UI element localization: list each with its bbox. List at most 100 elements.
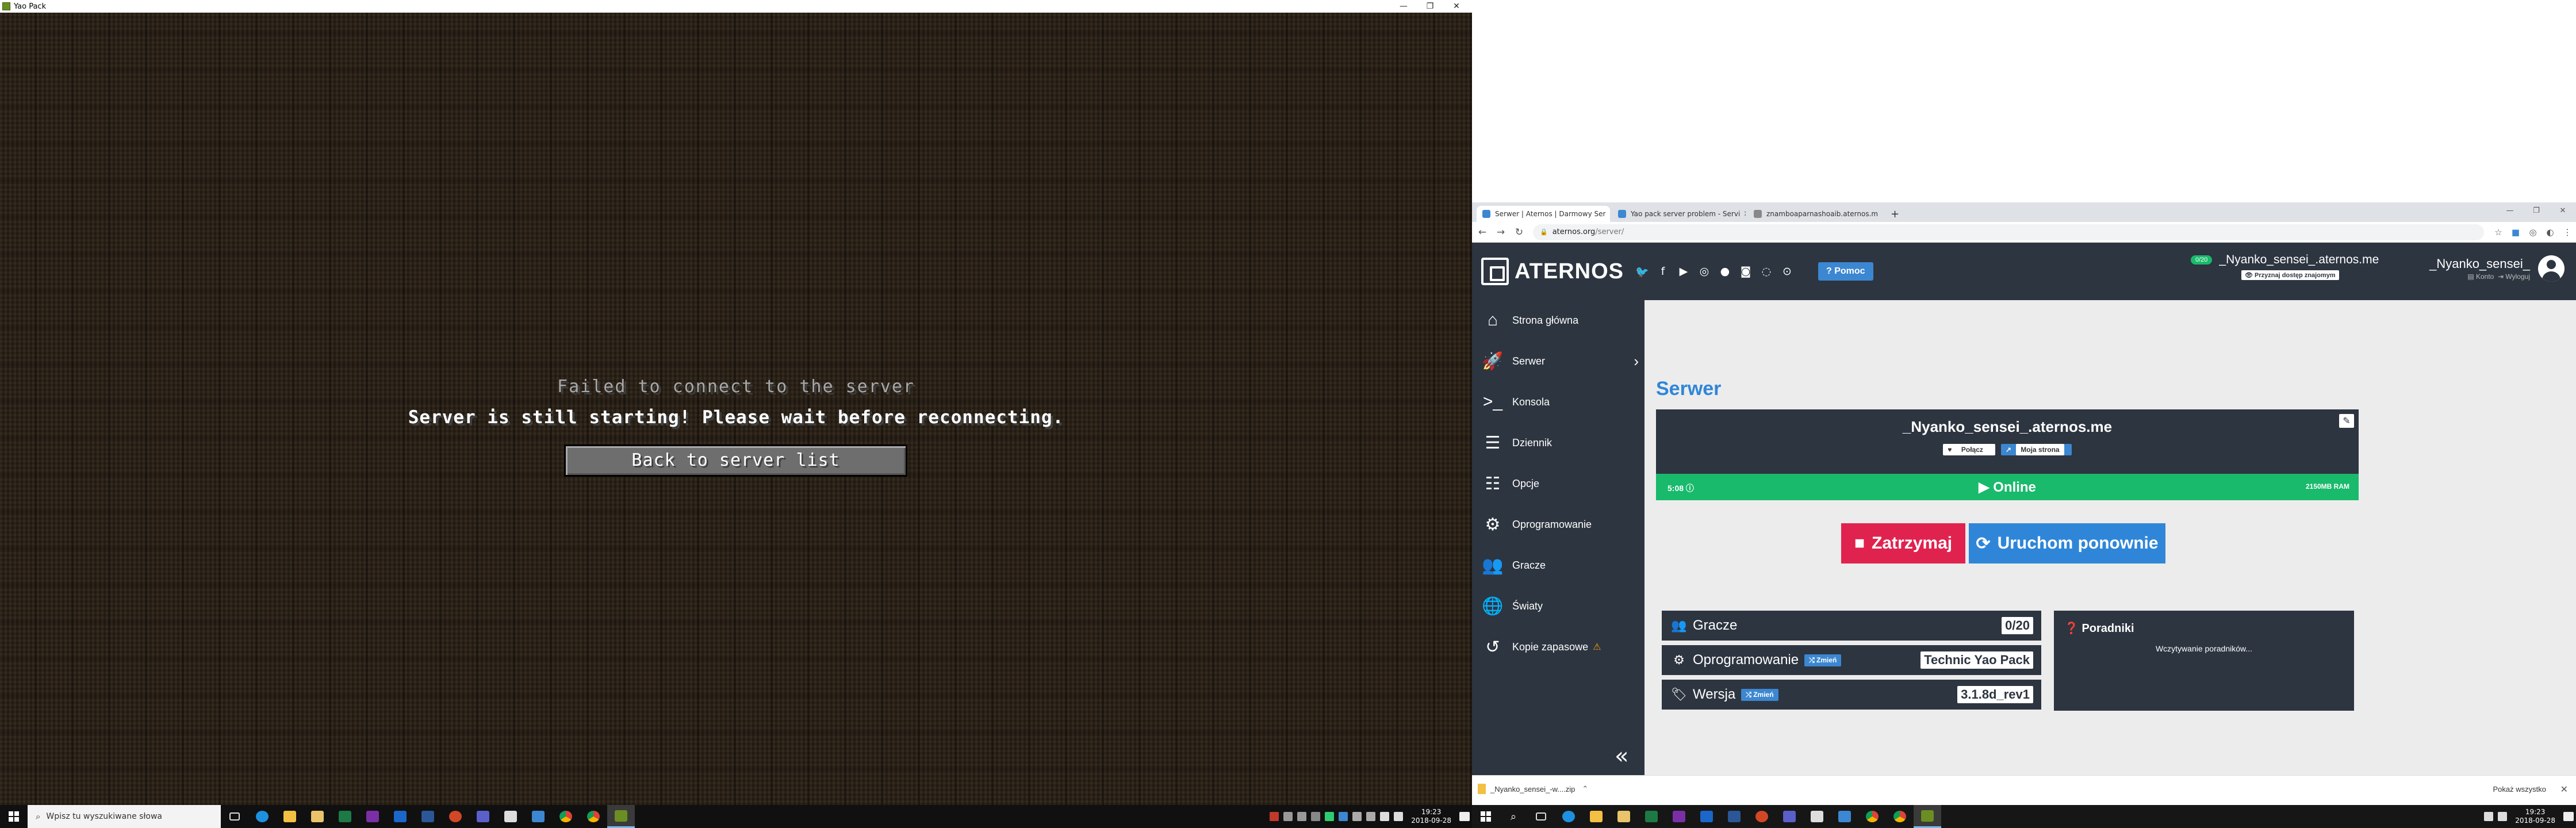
taskbar-minecraft-icon[interactable]	[1914, 805, 1941, 828]
tray-icon[interactable]	[1339, 812, 1348, 821]
taskbar-powerpoint-icon[interactable]	[442, 805, 469, 828]
address-bar[interactable]: 🔒 aternos.org /server/	[1533, 224, 2484, 240]
taskbar-app-icon[interactable]	[1831, 805, 1858, 828]
taskbar-edge-icon[interactable]	[248, 805, 276, 828]
tray-icon[interactable]	[1352, 812, 1362, 821]
task-view-button[interactable]	[1527, 805, 1555, 828]
close-download-bar-icon[interactable]: ✕	[2560, 784, 2568, 795]
extension-icon[interactable]: ■	[2507, 224, 2524, 240]
taskbar-minecraft-icon[interactable]	[607, 805, 635, 828]
extension-icon[interactable]: ◎	[2524, 224, 2542, 240]
close-tab-icon[interactable]: ✕	[1740, 210, 1746, 218]
help-button[interactable]: ? Pomoc	[1818, 262, 1873, 281]
tray-icon[interactable]	[1270, 812, 1279, 821]
tray-icon[interactable]	[1283, 812, 1293, 821]
tray-icon[interactable]	[1366, 812, 1376, 821]
taskbar-word-icon[interactable]	[414, 805, 442, 828]
tab-forum[interactable]: Yao pack server problem - Servi ✕	[1612, 206, 1746, 222]
tab-aternos-server[interactable]: Serwer | Aternos | Darmowy Ser ✕	[1477, 206, 1610, 222]
taskbar-onenote-icon[interactable]	[359, 805, 386, 828]
notifications-icon[interactable]	[1459, 812, 1470, 821]
chrome-maximize-button[interactable]: ❐	[2523, 202, 2550, 218]
tray-icon[interactable]	[1297, 812, 1307, 821]
sidebar-item-options[interactable]: ☷ Opcje	[1472, 463, 1644, 504]
volume-icon[interactable]	[1380, 812, 1390, 821]
show-all-downloads-link[interactable]: Pokaż wszystko	[2493, 785, 2546, 793]
maximize-button[interactable]: ❐	[1417, 0, 1443, 13]
header-server-address[interactable]: _Nyanko_sensei_.aternos.me	[2219, 253, 2379, 267]
notifications-icon[interactable]	[2563, 812, 2574, 821]
taskbar-chrome-icon[interactable]	[580, 805, 607, 828]
sidebar-item-server[interactable]: 🚀 Serwer ›	[1472, 341, 1644, 381]
start-button[interactable]	[1472, 805, 1500, 828]
download-item[interactable]: _Nyanko_sensei_-w....zip ⌃	[1478, 784, 1588, 794]
players-row[interactable]: 👥 Gracze 0/20	[1662, 611, 2041, 641]
sidebar-item-players[interactable]: 👥 Gracze	[1472, 545, 1644, 585]
taskbar-chrome-icon[interactable]	[1858, 805, 1886, 828]
taskbar-store-icon[interactable]	[1610, 805, 1638, 828]
taskbar-outlook-icon[interactable]	[1693, 805, 1720, 828]
my-page-button[interactable]: ↗ Moja strona	[2000, 444, 2072, 455]
discord-icon[interactable]: ◙	[1738, 265, 1753, 278]
github-icon[interactable]: ⊙	[1780, 265, 1795, 278]
network-icon[interactable]	[2498, 812, 2508, 821]
sidebar-item-console[interactable]: >_ Konsola	[1472, 382, 1644, 422]
tray-icon[interactable]	[1325, 812, 1335, 821]
sidebar-item-home[interactable]: ⌂ Strona główna	[1472, 300, 1644, 340]
tray-icon[interactable]	[1311, 812, 1321, 821]
chevron-up-icon[interactable]: ⌃	[1582, 784, 1588, 793]
back-to-server-list-button[interactable]: Back to server list	[564, 444, 907, 477]
logout-link[interactable]: ⇥ Wyloguj	[2498, 273, 2530, 281]
taskbar-excel-icon[interactable]	[331, 805, 359, 828]
instagram-icon[interactable]: ◎	[1697, 265, 1712, 278]
task-view-button[interactable]	[221, 805, 248, 828]
avatar[interactable]	[2538, 255, 2564, 282]
taskbar-powerpoint-icon[interactable]	[1748, 805, 1776, 828]
taskbar-app-icon[interactable]	[524, 805, 552, 828]
taskbar-clock[interactable]: 19:23 2018-09-28	[2515, 808, 2555, 825]
taskbar-app-icon[interactable]	[1776, 805, 1803, 828]
taskbar-store-icon[interactable]	[304, 805, 331, 828]
teamspeak-icon[interactable]: ◌	[1759, 265, 1774, 278]
close-tab-icon[interactable]: ✕	[1878, 210, 1881, 218]
taskbar-app-icon[interactable]	[469, 805, 497, 828]
chrome-minimize-button[interactable]: —	[2497, 202, 2523, 218]
taskbar-explorer-icon[interactable]	[1582, 805, 1610, 828]
close-button[interactable]: ✕	[1443, 0, 1470, 13]
close-tab-icon[interactable]: ✕	[1605, 210, 1610, 218]
edit-pencil-icon[interactable]: ✎	[2339, 414, 2354, 428]
taskbar-clock[interactable]: 19:23 2018-09-28	[1411, 808, 1451, 825]
taskbar-outlook-icon[interactable]	[386, 805, 414, 828]
sidebar-item-software[interactable]: ⚙ Oprogramowanie	[1472, 504, 1644, 545]
software-change-button[interactable]: ⤭ Zmień	[1804, 654, 1842, 666]
stop-button[interactable]: ■ Zatrzymaj	[1841, 523, 1965, 564]
aternos-logo[interactable]: ATERNOS	[1481, 258, 1624, 285]
youtube-icon[interactable]: ▶	[1676, 265, 1691, 278]
pen-icon[interactable]	[2484, 812, 2494, 821]
facebook-icon[interactable]: f	[1655, 265, 1670, 278]
new-tab-button[interactable]: +	[1886, 206, 1903, 222]
reload-icon[interactable]: ↻	[1511, 224, 1527, 240]
taskbar-app-icon[interactable]	[1803, 805, 1831, 828]
taskbar-search-box[interactable]: ⌕ Wpisz tu wyszukiwane słowa	[28, 805, 221, 828]
sidebar-item-backups[interactable]: ↺ Kopie zapasowe ⚠	[1472, 627, 1644, 667]
start-button[interactable]	[0, 805, 28, 828]
minimize-button[interactable]: —	[1390, 0, 1417, 13]
extension-icon[interactable]: ◐	[2542, 224, 2559, 240]
network-icon[interactable]	[1394, 812, 1404, 821]
search-icon[interactable]: ⌕	[1500, 805, 1527, 828]
account-link[interactable]: ▤ Konto	[2467, 273, 2494, 281]
taskbar-onenote-icon[interactable]	[1665, 805, 1693, 828]
taskbar-chrome-icon[interactable]	[1886, 805, 1914, 828]
invite-friends-button[interactable]: 👁 Przyznaj dostęp znajomym	[2241, 270, 2339, 280]
version-change-button[interactable]: ⤭ Zmień	[1741, 688, 1778, 701]
sidebar-item-worlds[interactable]: 🌐 Światy	[1472, 586, 1644, 626]
reddit-icon[interactable]: ●	[1718, 265, 1732, 278]
connect-button[interactable]: ♥ Połącz	[1943, 444, 1995, 455]
back-arrow-icon[interactable]: ←	[1474, 224, 1490, 240]
collapse-sidebar-icon[interactable]: «	[1615, 743, 1628, 769]
forward-arrow-icon[interactable]: →	[1493, 224, 1509, 240]
taskbar-explorer-icon[interactable]	[276, 805, 304, 828]
restart-button[interactable]: ⟳ Uruchom ponownie	[1969, 523, 2165, 564]
taskbar-chrome-icon[interactable]	[552, 805, 580, 828]
